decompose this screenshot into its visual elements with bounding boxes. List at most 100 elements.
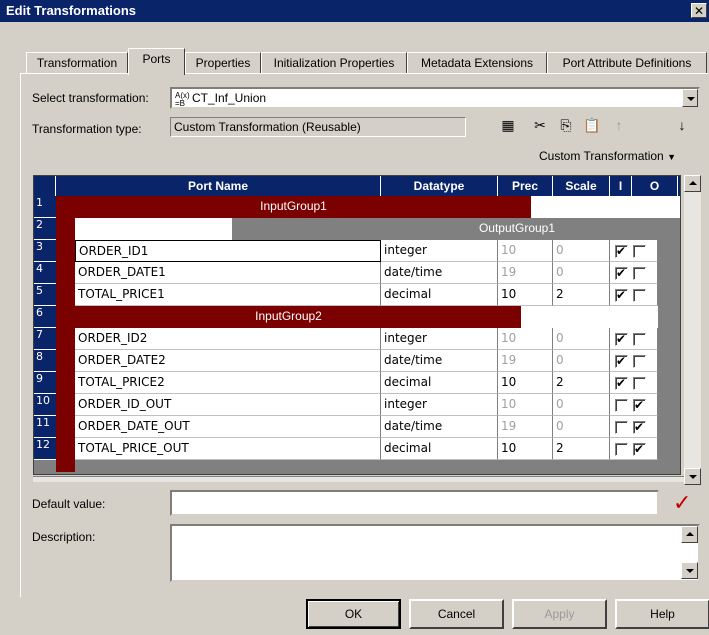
datatype-cell[interactable]: decimal bbox=[381, 372, 498, 394]
custom-transformation-menu[interactable]: Custom Transformation ▼ bbox=[539, 149, 676, 163]
input-checkbox[interactable] bbox=[615, 331, 628, 347]
port-name-cell[interactable]: ORDER_ID2 bbox=[75, 328, 381, 350]
scroll-down-icon[interactable] bbox=[681, 562, 698, 579]
copy-icon[interactable]: ⎘ bbox=[557, 117, 575, 134]
datatype-cell[interactable]: integer bbox=[381, 394, 498, 416]
port-name-cell[interactable]: TOTAL_PRICE2 bbox=[75, 372, 381, 394]
scale-cell[interactable]: 0 bbox=[553, 394, 610, 416]
datatype-cell[interactable]: decimal bbox=[381, 284, 498, 306]
datatype-cell[interactable]: date/time bbox=[381, 262, 498, 284]
paste-icon[interactable]: 📋 bbox=[583, 117, 601, 134]
output-checkbox[interactable] bbox=[633, 441, 646, 457]
datatype-cell[interactable]: decimal bbox=[381, 438, 498, 460]
ports-grid[interactable]: Port Name Datatype Prec Scale I O 1 Inpu… bbox=[33, 175, 681, 475]
row-number[interactable]: 6 bbox=[34, 306, 56, 328]
tab-initialization-properties[interactable]: Initialization Properties bbox=[261, 52, 407, 74]
input-checkbox[interactable] bbox=[615, 265, 628, 281]
port-name-cell[interactable]: ORDER_ID_OUT bbox=[75, 394, 381, 416]
row-number[interactable]: 9 bbox=[34, 372, 56, 394]
input-checkbox[interactable] bbox=[615, 399, 628, 412]
scale-cell[interactable]: 2 bbox=[553, 284, 610, 306]
prec-cell[interactable]: 19 bbox=[498, 350, 553, 372]
row-number[interactable]: 5 bbox=[34, 284, 56, 306]
datatype-cell[interactable]: date/time bbox=[381, 350, 498, 372]
tab-transformation[interactable]: Transformation bbox=[26, 52, 128, 74]
move-down-icon[interactable]: ↓ bbox=[673, 117, 691, 133]
output-checkbox[interactable] bbox=[633, 355, 646, 368]
row-number[interactable]: 8 bbox=[34, 350, 56, 372]
group-row-input[interactable]: InputGroup1 bbox=[56, 196, 531, 218]
input-checkbox[interactable] bbox=[615, 443, 628, 456]
output-checkbox[interactable] bbox=[633, 377, 646, 390]
prec-cell[interactable]: 19 bbox=[498, 416, 553, 438]
tab-metadata-extensions[interactable]: Metadata Extensions bbox=[407, 52, 547, 74]
tab-ports[interactable]: Ports bbox=[128, 48, 185, 75]
port-name-cell[interactable]: ORDER_DATE2 bbox=[75, 350, 381, 372]
port-name-cell[interactable]: TOTAL_PRICE_OUT bbox=[75, 438, 381, 460]
row-number[interactable]: 10 bbox=[34, 394, 56, 416]
input-checkbox[interactable] bbox=[615, 375, 628, 391]
col-input[interactable]: I bbox=[610, 176, 632, 196]
port-name-cell[interactable]: ORDER_DATE_OUT bbox=[75, 416, 381, 438]
row-number[interactable]: 11 bbox=[34, 416, 56, 438]
scale-cell[interactable]: 0 bbox=[553, 328, 610, 350]
prec-cell[interactable]: 19 bbox=[498, 262, 553, 284]
output-checkbox[interactable] bbox=[633, 267, 646, 280]
prec-cell[interactable]: 10 bbox=[498, 328, 553, 350]
output-checkbox[interactable] bbox=[633, 245, 646, 258]
output-checkbox[interactable] bbox=[633, 333, 646, 346]
cancel-button[interactable]: Cancel bbox=[409, 599, 504, 629]
col-output[interactable]: O bbox=[632, 176, 678, 196]
output-checkbox[interactable] bbox=[633, 289, 646, 302]
datatype-cell[interactable]: integer bbox=[381, 328, 498, 350]
output-checkbox[interactable] bbox=[633, 419, 646, 435]
tab-properties[interactable]: Properties bbox=[185, 52, 261, 74]
col-scale[interactable]: Scale bbox=[553, 176, 610, 196]
output-checkbox[interactable] bbox=[633, 397, 646, 413]
scale-cell[interactable]: 0 bbox=[553, 262, 610, 284]
datatype-cell[interactable]: date/time bbox=[381, 416, 498, 438]
row-number[interactable]: 2 bbox=[34, 218, 56, 240]
port-name-cell[interactable]: ORDER_ID1 bbox=[75, 240, 381, 262]
grid-vertical-scrollbar[interactable] bbox=[684, 175, 701, 485]
row-number[interactable]: 3 bbox=[34, 240, 56, 262]
scroll-up-icon[interactable] bbox=[681, 526, 698, 543]
grid-horizontal-scrollbar[interactable] bbox=[33, 476, 684, 482]
help-button[interactable]: Help bbox=[615, 599, 709, 629]
prec-cell[interactable]: 10 bbox=[498, 372, 553, 394]
scale-cell[interactable]: 0 bbox=[553, 416, 610, 438]
cut-icon[interactable]: ✂ bbox=[531, 117, 549, 134]
scale-cell[interactable]: 0 bbox=[553, 240, 610, 262]
ok-button[interactable]: OK bbox=[306, 599, 401, 629]
new-port-icon[interactable]: ▦ bbox=[499, 117, 517, 134]
tab-port-attribute-definitions[interactable]: Port Attribute Definitions bbox=[547, 52, 707, 74]
port-name-cell[interactable]: TOTAL_PRICE1 bbox=[75, 284, 381, 306]
group-row-output[interactable]: OutputGroup1 bbox=[232, 218, 680, 240]
col-datatype[interactable]: Datatype bbox=[381, 176, 498, 196]
select-transformation-combo[interactable]: A(x) =B CT_Inf_Union bbox=[170, 87, 700, 109]
scroll-down-icon[interactable] bbox=[684, 468, 701, 485]
input-checkbox[interactable] bbox=[615, 353, 628, 369]
chevron-down-icon[interactable] bbox=[682, 89, 698, 107]
col-port-name[interactable]: Port Name bbox=[56, 176, 381, 196]
col-prec[interactable]: Prec bbox=[498, 176, 553, 196]
group-row-input[interactable]: InputGroup2 bbox=[56, 306, 521, 328]
move-up-icon[interactable]: ↑ bbox=[610, 117, 628, 133]
input-checkbox[interactable] bbox=[615, 243, 628, 259]
row-number[interactable]: 1 bbox=[34, 196, 56, 218]
scale-cell[interactable]: 0 bbox=[553, 350, 610, 372]
description-field[interactable] bbox=[170, 524, 700, 582]
prec-cell[interactable]: 10 bbox=[498, 284, 553, 306]
close-icon[interactable]: ✕ bbox=[691, 3, 707, 18]
prec-cell[interactable]: 10 bbox=[498, 240, 553, 262]
prec-cell[interactable]: 10 bbox=[498, 394, 553, 416]
scale-cell[interactable]: 2 bbox=[553, 372, 610, 394]
input-checkbox[interactable] bbox=[615, 287, 628, 303]
scroll-up-icon[interactable] bbox=[684, 175, 701, 192]
row-number[interactable]: 7 bbox=[34, 328, 56, 350]
prec-cell[interactable]: 10 bbox=[498, 438, 553, 460]
row-number[interactable]: 12 bbox=[34, 438, 56, 460]
apply-button[interactable]: Apply bbox=[512, 599, 607, 629]
input-checkbox[interactable] bbox=[615, 421, 628, 434]
default-value-field[interactable] bbox=[170, 490, 659, 516]
